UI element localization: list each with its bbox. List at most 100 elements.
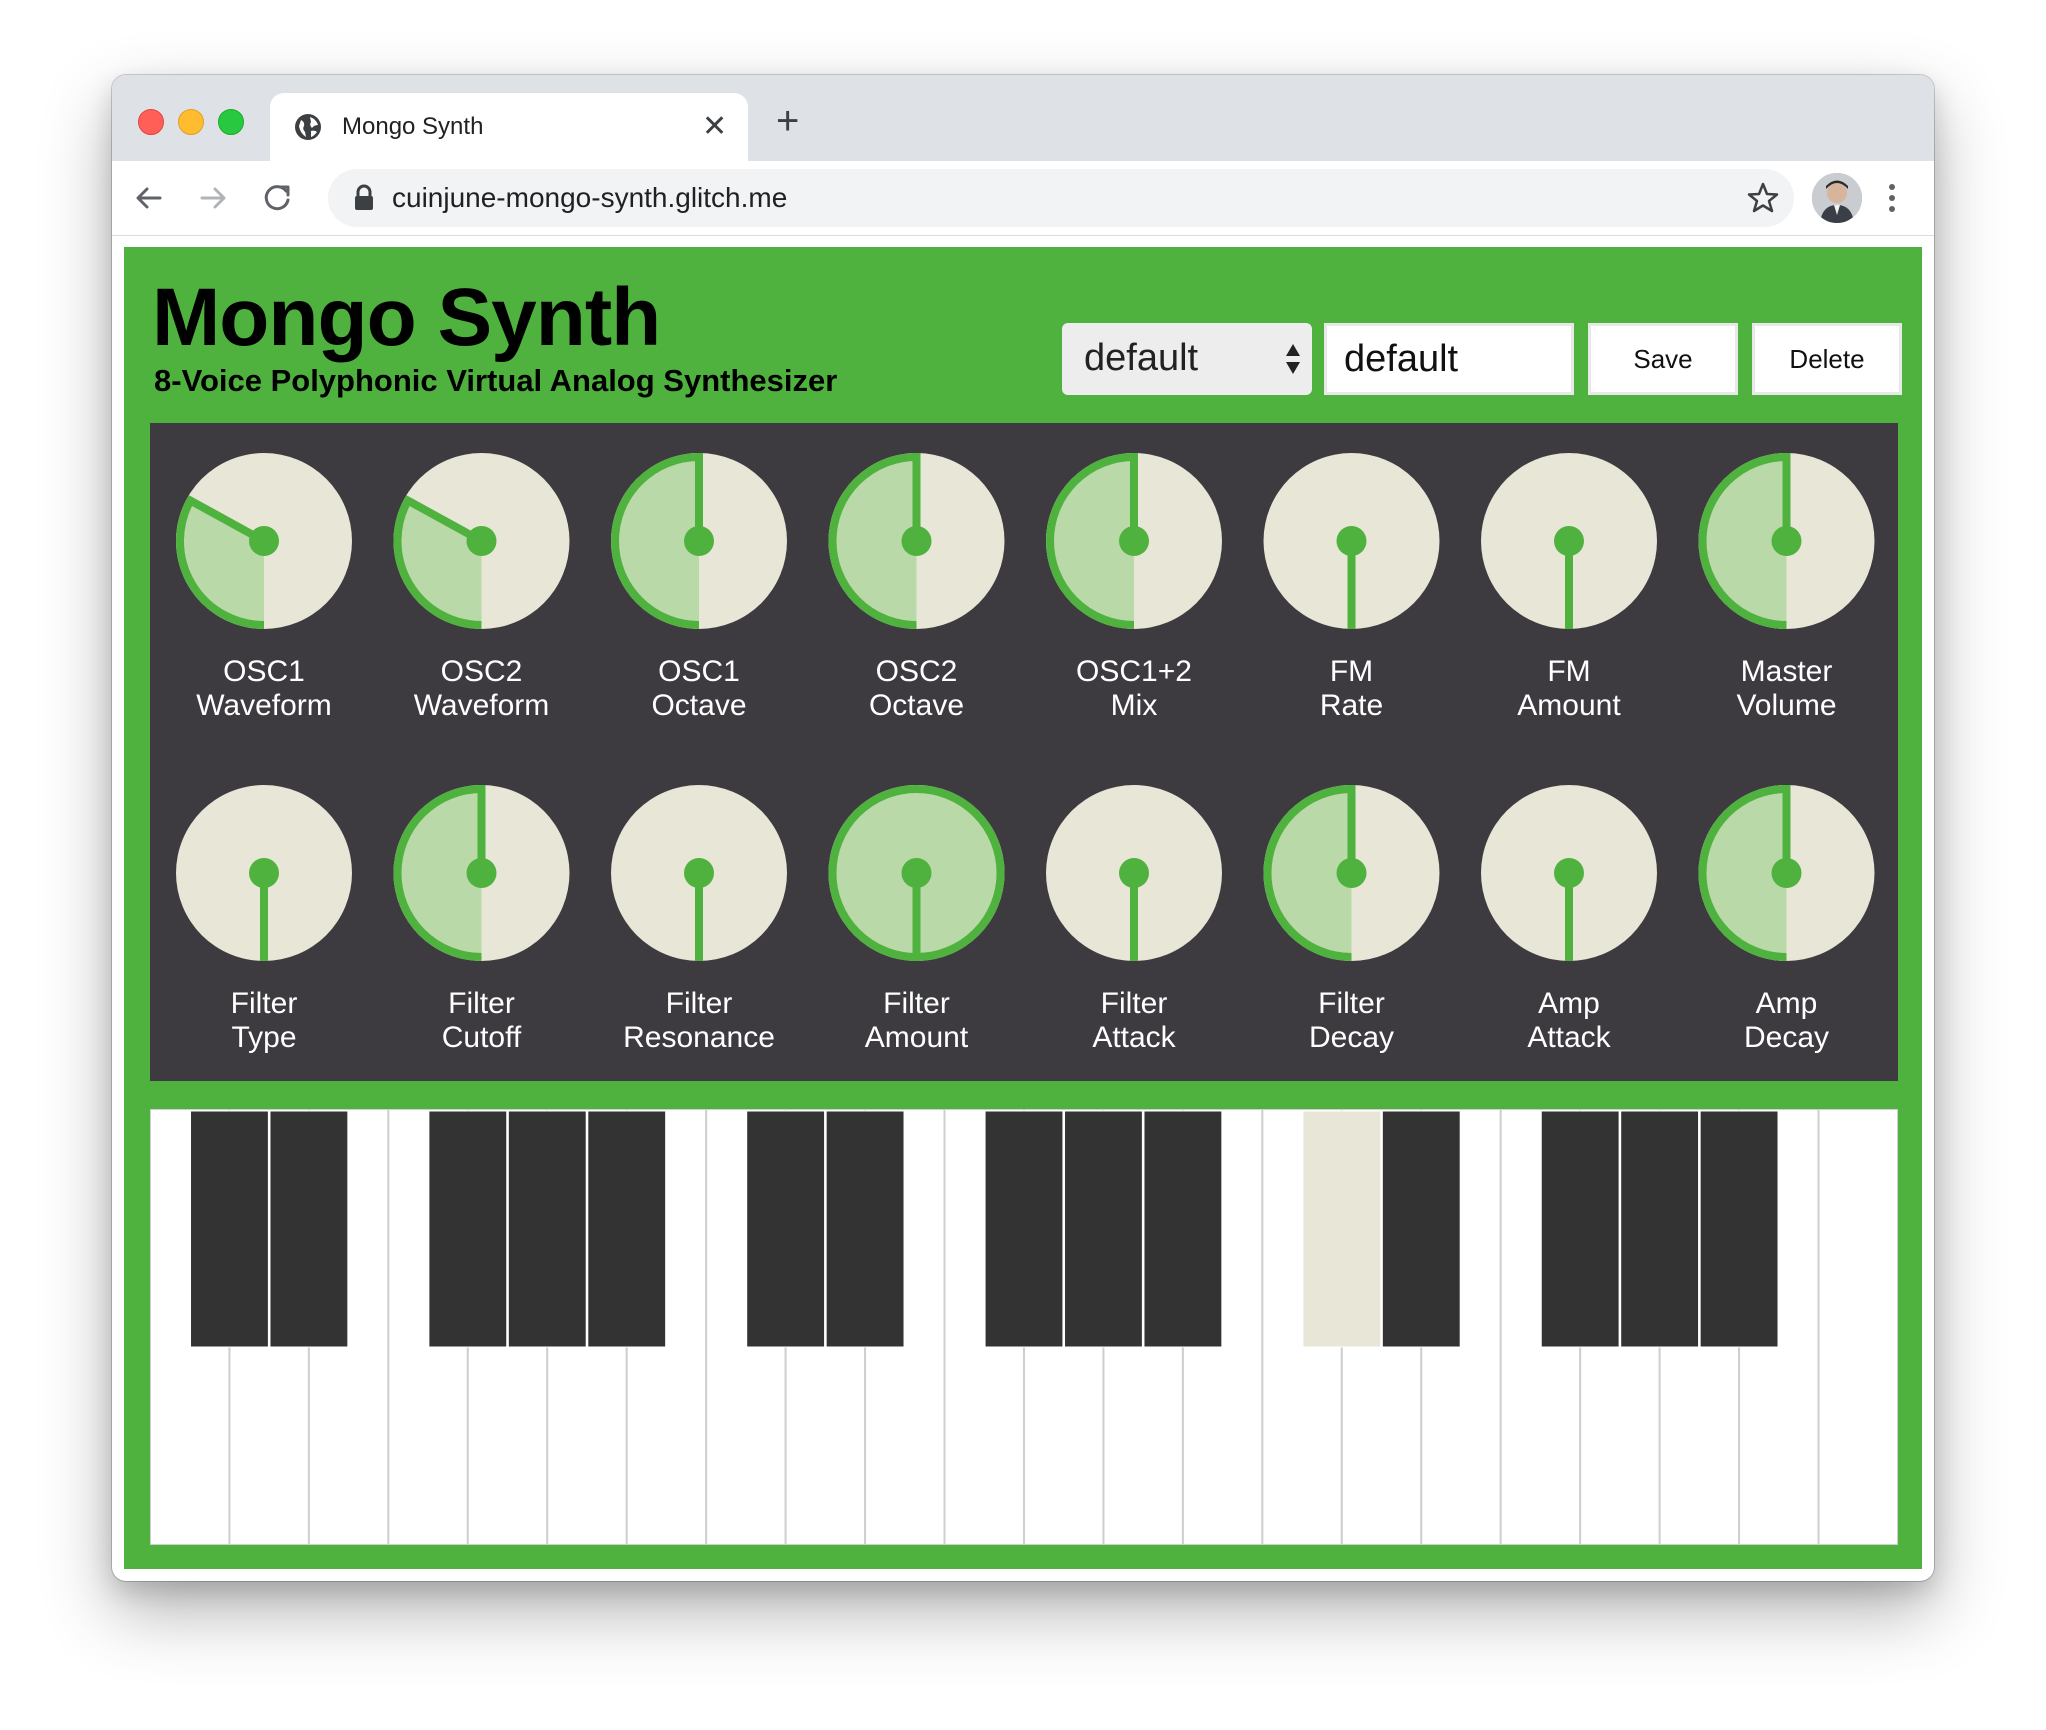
knob-label: Filter Attack [1024,987,1244,1055]
knob[interactable] [1263,453,1440,629]
knob[interactable] [176,785,352,961]
knob[interactable] [611,453,787,629]
black-key[interactable] [1620,1110,1700,1348]
address-bar[interactable]: cuinjune-mongo-synth.glitch.me [328,169,1794,227]
tab-bar: Mongo Synth ✕ + [112,75,1934,161]
back-arrow-icon[interactable] [126,175,172,221]
knob-label-line2: Type [231,1021,297,1054]
black-key[interactable] [1064,1110,1143,1348]
black-key[interactable] [190,1110,269,1348]
knob-label-line2: Octave [868,689,965,722]
black-key[interactable] [428,1110,508,1348]
black-key[interactable] [587,1110,667,1348]
black-key[interactable] [1143,1110,1223,1348]
black-key[interactable] [1381,1110,1461,1348]
select-arrows-icon [1286,344,1300,374]
piano-keys [150,1109,1898,1545]
piano-keyboard [150,1109,1898,1545]
knob[interactable] [1698,785,1875,961]
app-title: Mongo Synth [152,272,661,363]
knob[interactable] [1046,453,1222,629]
knob-label-line1: OSC2 [440,655,523,688]
black-key[interactable] [984,1110,1064,1348]
knob[interactable] [1481,785,1657,961]
knob-label-line2: Waveform [413,689,550,722]
preset-select[interactable]: default [1062,323,1312,395]
tab-mongo-synth[interactable]: Mongo Synth ✕ [270,93,748,161]
knob-center [249,526,279,556]
knob-label: Amp Attack [1459,987,1679,1055]
save-button[interactable]: Save [1588,323,1738,395]
browser-window: Mongo Synth ✕ + cuinjune-mongo-synth.gli… [112,75,1934,1581]
knob-label: Amp Decay [1677,987,1897,1055]
profile-avatar[interactable] [1812,173,1862,223]
knob-label-line1: Amp [1755,987,1818,1020]
knob-center [1554,526,1584,556]
knob-label: Filter Decay [1242,987,1462,1055]
knob-label-line2: Mix [1110,689,1158,722]
knob[interactable] [1046,785,1222,961]
knob-label: OSC1 Octave [589,655,809,723]
lock-icon [355,184,373,210]
forward-arrow-icon[interactable] [190,175,236,221]
knob-label-line1: Filter [665,987,733,1020]
knob-center [1336,858,1367,888]
white-key[interactable] [1817,1109,1898,1545]
knob-label-line2: Resonance [623,1021,775,1054]
delete-button[interactable]: Delete [1752,323,1902,395]
url-text: cuinjune-mongo-synth.glitch.me [392,182,788,213]
black-key[interactable] [269,1110,349,1348]
knob[interactable] [611,785,787,961]
reload-icon[interactable] [254,175,300,221]
browser-toolbar: cuinjune-mongo-synth.glitch.me [112,161,1934,236]
knob-label: Filter Resonance [589,987,809,1055]
knob-panel: OSC1 Waveform OSC2 Waveform OSC1 Octave OSC2 Oc… [150,423,1898,1081]
preset-name-input[interactable] [1324,323,1574,395]
black-key[interactable] [1699,1110,1779,1348]
knob[interactable] [1698,453,1875,629]
knob-center [466,526,497,556]
knob[interactable] [1263,785,1440,961]
knob-label: OSC2 Waveform [372,655,592,723]
knob-label: Filter Cutoff [372,987,592,1055]
new-tab-icon[interactable]: + [776,97,799,145]
knob[interactable] [176,453,352,629]
knob-label-line2: Decay [1743,1021,1830,1054]
knob-label-line2: Octave [651,689,747,722]
knob-label: OSC2 Octave [807,655,1027,723]
knob-label: OSC1+2 Mix [1024,655,1244,723]
knob[interactable] [828,785,1005,961]
black-key[interactable] [1540,1110,1620,1348]
knob-center [684,526,714,556]
knob-label-line1: OSC1 [223,655,305,688]
synth-app: Mongo Synth 8-Voice Polyphonic Virtual A… [124,247,1922,1569]
app-subtitle: 8-Voice Polyphonic Virtual Analog Synthe… [154,363,838,398]
knob[interactable] [828,453,1005,629]
knob-center [1336,526,1367,556]
knob-label-line1: Filter [230,987,298,1020]
knob-center [466,858,497,888]
knob-label: FM Amount [1459,655,1679,723]
knob-label-line2: Attack [1527,1021,1611,1054]
black-key-pressed[interactable] [1302,1110,1382,1348]
knob-center [1771,858,1802,888]
preset-select-value: default [1084,337,1199,379]
black-key[interactable] [746,1110,826,1348]
knob[interactable] [393,785,570,961]
more-menu-icon[interactable] [1882,175,1902,221]
close-window-button[interactable] [138,109,164,135]
knob[interactable] [393,453,570,629]
minimize-window-button[interactable] [178,109,204,135]
close-tab-icon[interactable]: ✕ [702,107,727,147]
bookmark-star-icon[interactable] [1744,179,1782,217]
knob-label-line1: Filter [883,987,950,1020]
knob-label-line2: Cutoff [441,1021,522,1054]
black-key[interactable] [825,1110,905,1348]
knob-center [1119,858,1149,888]
knob-label-line1: OSC1+2 [1076,655,1192,688]
zoom-window-button[interactable] [218,109,244,135]
black-key[interactable] [507,1110,587,1348]
knob-label-line2: Amount [1517,689,1621,722]
knob[interactable] [1481,453,1657,629]
knob-label-line1: Filter [1100,987,1168,1020]
